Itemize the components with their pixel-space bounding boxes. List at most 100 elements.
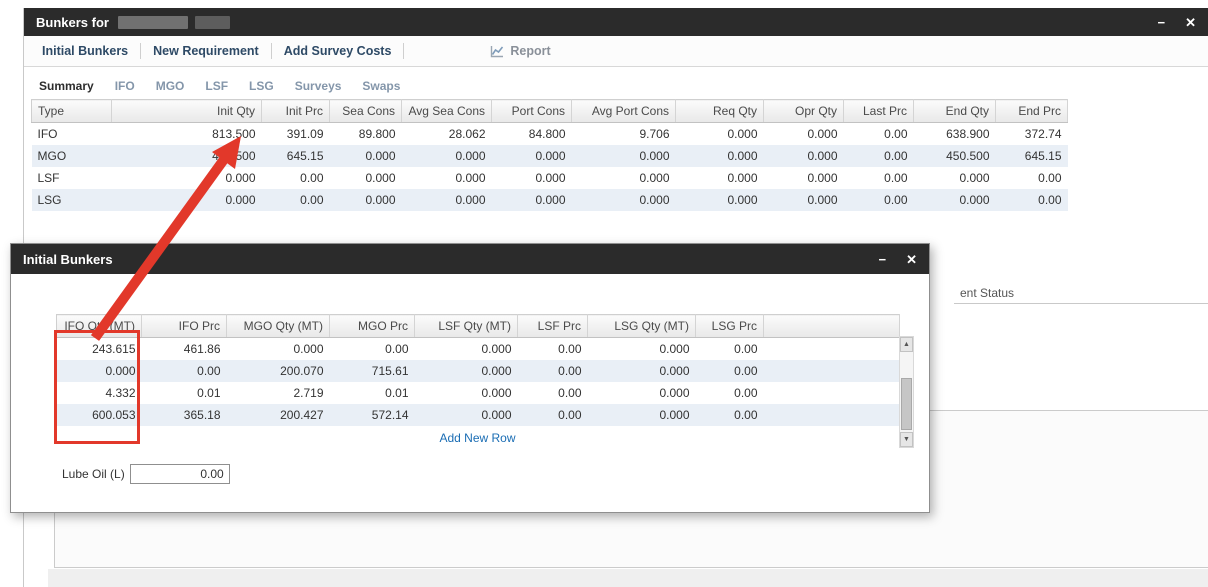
- table-row[interactable]: LSG 0.000 0.00 0.000 0.000 0.000 0.000 0.000 0.0…: [31, 189, 1068, 211]
- cell[interactable]: 638.900: [914, 123, 996, 146]
- dialog-minimize-icon[interactable]: −: [879, 253, 887, 266]
- cell[interactable]: 0.000: [588, 382, 696, 404]
- cell[interactable]: MGO: [32, 145, 112, 167]
- tab-summary[interactable]: Summary: [38, 77, 95, 95]
- cell[interactable]: 0.00: [844, 123, 914, 146]
- table-row[interactable]: LSF 0.000 0.00 0.000 0.000 0.000 0.000 0.000 0.0…: [32, 167, 1068, 189]
- cell[interactable]: 200.427: [227, 404, 330, 426]
- tab-swaps[interactable]: Swaps: [361, 77, 401, 95]
- cell[interactable]: 0.000: [492, 167, 572, 189]
- lube-oil-input[interactable]: [129, 464, 230, 484]
- add-new-row-link[interactable]: Add New Row: [56, 426, 899, 450]
- cell[interactable]: 0.000: [415, 360, 518, 382]
- cell[interactable]: 89.800: [330, 123, 402, 146]
- table-row[interactable]: IFO 813.500 391.09 89.800 28.062 84.800 9.706 0…: [32, 123, 1068, 146]
- cell[interactable]: 0.00: [696, 338, 764, 361]
- toolbar-button-add-survey-costs[interactable]: Add Survey Costs: [272, 44, 404, 58]
- cell[interactable]: 600.053: [57, 404, 142, 426]
- scroll-down-icon[interactable]: ▼: [900, 432, 913, 447]
- cell[interactable]: 0.00: [262, 167, 330, 189]
- cell[interactable]: 645.15: [262, 145, 330, 167]
- cell[interactable]: 0.000: [330, 167, 402, 189]
- scrollbar-thumb[interactable]: [901, 378, 912, 430]
- cell[interactable]: 0.000: [572, 167, 676, 189]
- toolbar-button-report[interactable]: Report: [490, 44, 551, 58]
- cell[interactable]: 84.800: [492, 123, 572, 146]
- cell[interactable]: 0.01: [330, 382, 415, 404]
- tab-ifo[interactable]: IFO: [114, 77, 136, 95]
- cell[interactable]: 0.00: [844, 189, 914, 211]
- tab-lsg[interactable]: LSG: [248, 77, 275, 95]
- cell[interactable]: 572.14: [330, 404, 415, 426]
- cell[interactable]: 0.000: [492, 145, 572, 167]
- tab-mgo[interactable]: MGO: [155, 77, 186, 95]
- cell[interactable]: 461.86: [142, 338, 227, 361]
- cell[interactable]: 0.000: [492, 189, 572, 211]
- dialog-close-icon[interactable]: ✕: [906, 253, 917, 266]
- cell[interactable]: 0.00: [696, 382, 764, 404]
- cell[interactable]: 0.000: [676, 145, 764, 167]
- cell[interactable]: 450.500: [914, 145, 996, 167]
- cell[interactable]: 0.00: [518, 338, 588, 361]
- cell[interactable]: 0.00: [262, 189, 330, 211]
- minimize-icon[interactable]: −: [1158, 16, 1166, 29]
- table-row[interactable]: 243.615 461.86 0.000 0.00 0.000 0.00 0.000 0.00: [57, 338, 900, 361]
- toolbar-button-new-requirement[interactable]: New Requirement: [141, 44, 271, 58]
- cell[interactable]: 0.00: [518, 382, 588, 404]
- cell[interactable]: 0.000: [112, 167, 262, 189]
- cell[interactable]: 0.000: [415, 338, 518, 361]
- cell[interactable]: 2.719: [227, 382, 330, 404]
- cell[interactable]: 0.000: [415, 404, 518, 426]
- cell[interactable]: 0.000: [676, 123, 764, 146]
- cell[interactable]: IFO: [32, 123, 112, 146]
- cell[interactable]: 9.706: [572, 123, 676, 146]
- table-row[interactable]: MGO 450.500 645.15 0.000 0.000 0.000 0.000 0.00…: [31, 145, 1068, 167]
- cell[interactable]: 0.00: [996, 167, 1068, 189]
- cell[interactable]: LSG: [32, 189, 112, 211]
- cell[interactable]: 0.00: [518, 360, 588, 382]
- cell[interactable]: 0.000: [227, 338, 330, 361]
- cell[interactable]: 0.00: [844, 167, 914, 189]
- cell[interactable]: 0.00: [696, 360, 764, 382]
- cell[interactable]: 450.500: [112, 145, 262, 167]
- cell[interactable]: 28.062: [402, 123, 492, 146]
- table-row[interactable]: 4.332 0.01 2.719 0.01 0.000 0.00 0.000 0.00: [57, 382, 900, 404]
- cell[interactable]: LSF: [32, 167, 112, 189]
- cell[interactable]: 0.000: [57, 360, 142, 382]
- cell[interactable]: 0.000: [415, 382, 518, 404]
- close-icon[interactable]: ✕: [1185, 16, 1196, 29]
- cell[interactable]: 0.000: [330, 145, 402, 167]
- cell[interactable]: 0.000: [764, 167, 844, 189]
- cell[interactable]: 0.000: [572, 145, 676, 167]
- cell[interactable]: 4.332: [57, 382, 142, 404]
- cell[interactable]: 200.070: [227, 360, 330, 382]
- vertical-scrollbar[interactable]: ▲ ▼: [899, 336, 914, 448]
- cell[interactable]: 0.00: [696, 404, 764, 426]
- cell[interactable]: 0.000: [572, 189, 676, 211]
- cell[interactable]: 0.000: [914, 167, 996, 189]
- cell[interactable]: 0.000: [764, 189, 844, 211]
- table-row[interactable]: 0.000 0.00 200.070 715.61 0.000 0.00 0.000 0.00: [56, 360, 900, 382]
- cell[interactable]: 0.000: [764, 145, 844, 167]
- cell[interactable]: 0.000: [588, 338, 696, 361]
- cell[interactable]: 813.500: [112, 123, 262, 146]
- cell[interactable]: 0.000: [402, 189, 492, 211]
- cell[interactable]: 0.000: [676, 189, 764, 211]
- cell[interactable]: 365.18: [142, 404, 227, 426]
- cell[interactable]: 0.000: [588, 404, 696, 426]
- cell[interactable]: 0.000: [112, 189, 262, 211]
- cell[interactable]: 715.61: [330, 360, 415, 382]
- cell[interactable]: 0.01: [142, 382, 227, 404]
- cell[interactable]: 0.000: [330, 189, 402, 211]
- cell[interactable]: 0.00: [142, 360, 227, 382]
- cell[interactable]: 0.00: [996, 189, 1068, 211]
- cell[interactable]: 0.000: [676, 167, 764, 189]
- cell[interactable]: 0.000: [402, 167, 492, 189]
- cell[interactable]: 0.00: [518, 404, 588, 426]
- table-row[interactable]: 600.053 365.18 200.427 572.14 0.000 0.00 0.000…: [56, 404, 900, 426]
- tab-lsf[interactable]: LSF: [204, 77, 229, 95]
- cell[interactable]: 0.000: [914, 189, 996, 211]
- cell[interactable]: 0.00: [844, 145, 914, 167]
- cell[interactable]: 645.15: [996, 145, 1068, 167]
- cell[interactable]: 243.615: [57, 338, 142, 361]
